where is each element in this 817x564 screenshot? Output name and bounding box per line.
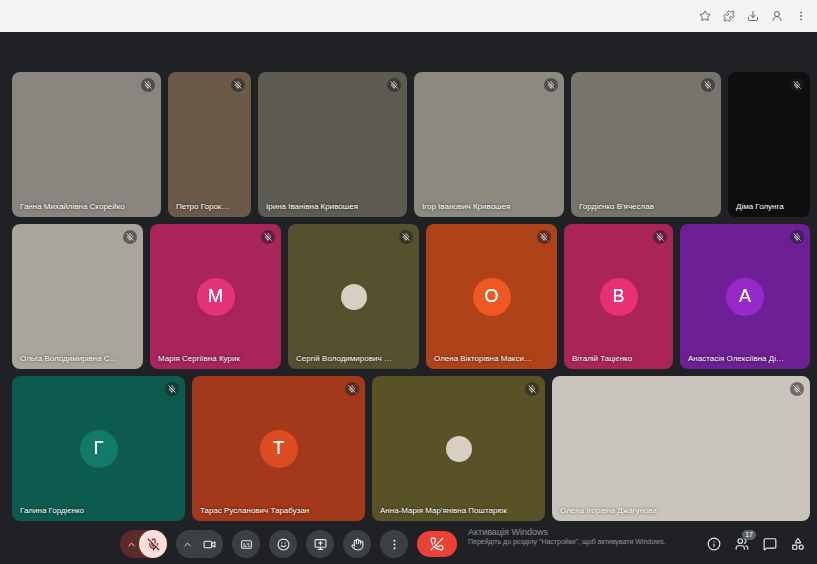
participant-name: Марія Сергіївна Курик [158,354,240,363]
captions-icon [240,538,253,551]
participant-tile[interactable]: O Олена Вікторівна Макси… [426,224,557,369]
participant-avatar: M [197,278,235,316]
side-buttons: 17 [707,537,805,551]
participant-name: Олена Ігорівна Джагунова [560,506,657,515]
participant-avatar: O [473,278,511,316]
participant-name: Галина Гордієнко [20,506,84,515]
present-icon [314,538,327,551]
mic-off-icon [790,382,804,396]
participant-tile[interactable]: B Віталій Тацієнко [564,224,673,369]
participant-avatar: A [726,278,764,316]
windows-activation-watermark: Активація WindowsПерейдіть до розділу "Н… [468,527,666,545]
participant-avatar: B [600,278,638,316]
hand-icon [351,538,364,551]
mic-off-icon [525,382,539,396]
captions-button[interactable] [232,530,260,558]
participant-name: Ганна Михайлівна Скорейко [20,202,125,211]
download-icon[interactable] [747,10,759,22]
extension-icon[interactable] [723,10,735,22]
tile-row: Ольга Володимирівна С… M Марія Сергіївна К… [12,224,817,369]
camera-icon [203,538,216,551]
more-button[interactable] [380,530,408,558]
more-icon [388,538,401,551]
mic-off-icon [231,78,245,92]
mic-button[interactable] [139,530,167,558]
tile-row: Ганна Михайлівна Скорейко Петро Горок… Іри… [12,72,817,217]
participant-tile[interactable]: Анна-Марія Мар'янівна Поштарюк [372,376,545,521]
camera-group [176,530,223,558]
participant-name: Віталій Тацієнко [572,354,632,363]
participant-tile[interactable]: Ганна Михайлівна Скорейко [12,72,161,217]
people-count-badge: 17 [742,530,756,540]
camera-button[interactable] [195,530,223,558]
mic-off-icon [387,78,401,92]
end-call-button[interactable] [417,531,457,557]
participant-name: Сергій Володимирович … [296,354,392,363]
participant-name: Ольга Володимирівна С… [20,354,117,363]
participant-tile[interactable]: Ольга Володимирівна С… [12,224,143,369]
participant-name: Ірина Іванівна Кривошея [266,202,358,211]
mic-off-icon [141,78,155,92]
mic-off-icon [790,230,804,244]
participant-tile[interactable]: Олена Ігорівна Джагунова [552,376,810,521]
browser-toolbar [0,0,817,32]
people-button[interactable]: 17 [735,537,749,551]
activities-icon[interactable] [791,537,805,551]
mic-off-icon [399,230,413,244]
participant-name: Тарас Русланович Тарабузан [200,506,309,515]
participant-name: Петро Горок… [176,202,229,211]
mic-off-icon [544,78,558,92]
participant-name: Гордієнко В'ячеслав [579,202,654,211]
participant-grid: Ганна Михайлівна Скорейко Петро Горок… Іри… [0,32,817,524]
participant-tile[interactable]: M Марія Сергіївна Курик [150,224,281,369]
participant-name: Ігор Іванович Кривошея [422,202,510,211]
reactions-button[interactable] [269,530,297,558]
chevron-up-icon[interactable] [182,539,193,550]
info-icon[interactable] [707,537,721,551]
meet-window: Ганна Михайлівна Скорейко Петро Горок… Іри… [0,0,817,564]
participant-name: Діма Голунга [736,202,784,211]
participant-photo [341,284,367,310]
tile-row: Г Галина Гордієнко T Тарас Русланович Тараб… [12,376,817,521]
chevron-up-icon[interactable] [126,539,137,550]
participant-photo [446,436,472,462]
participant-tile[interactable]: Сергій Володимирович … [288,224,419,369]
mic-off-icon [147,538,160,551]
participant-tile[interactable]: Гордієнко В'ячеслав [571,72,721,217]
participant-tile[interactable]: A Анастасія Олексіївна Ді… [680,224,810,369]
participant-avatar: T [260,430,298,468]
mic-off-icon [165,382,179,396]
mic-off-icon [701,78,715,92]
call-controls [120,530,457,558]
phone-off-icon [430,537,444,551]
control-bar: 17 Активація WindowsПерейдіть до розділу … [0,524,817,564]
chat-icon[interactable] [763,537,777,551]
mic-off-icon [537,230,551,244]
mic-off-icon [345,382,359,396]
present-button[interactable] [306,530,334,558]
participant-avatar: Г [80,430,118,468]
mic-off-icon [790,78,804,92]
participant-tile[interactable]: Петро Горок… [168,72,251,217]
participant-tile[interactable]: T Тарас Русланович Тарабузан [192,376,365,521]
participant-tile[interactable]: Г Галина Гордієнко [12,376,185,521]
participant-tile[interactable]: Ігор Іванович Кривошея [414,72,564,217]
mic-off-icon [261,230,275,244]
star-icon[interactable] [699,10,711,22]
participant-name: Анастасія Олексіївна Ді… [688,354,784,363]
emoji-icon [277,538,290,551]
watermark-title: Активація Windows [468,527,666,537]
participant-name: Анна-Марія Мар'янівна Поштарюк [380,506,507,515]
raise-hand-button[interactable] [343,530,371,558]
mic-group [120,530,167,558]
participant-name: Олена Вікторівна Макси… [434,354,532,363]
participant-tile[interactable]: Ірина Іванівна Кривошея [258,72,407,217]
participant-tile[interactable]: Діма Голунга [728,72,810,217]
menu-icon[interactable] [795,10,807,22]
mic-off-icon [653,230,667,244]
profile-icon[interactable] [771,10,783,22]
mic-off-icon [123,230,137,244]
watermark-text: Перейдіть до розділу "Настройки", щоб ак… [468,538,666,545]
